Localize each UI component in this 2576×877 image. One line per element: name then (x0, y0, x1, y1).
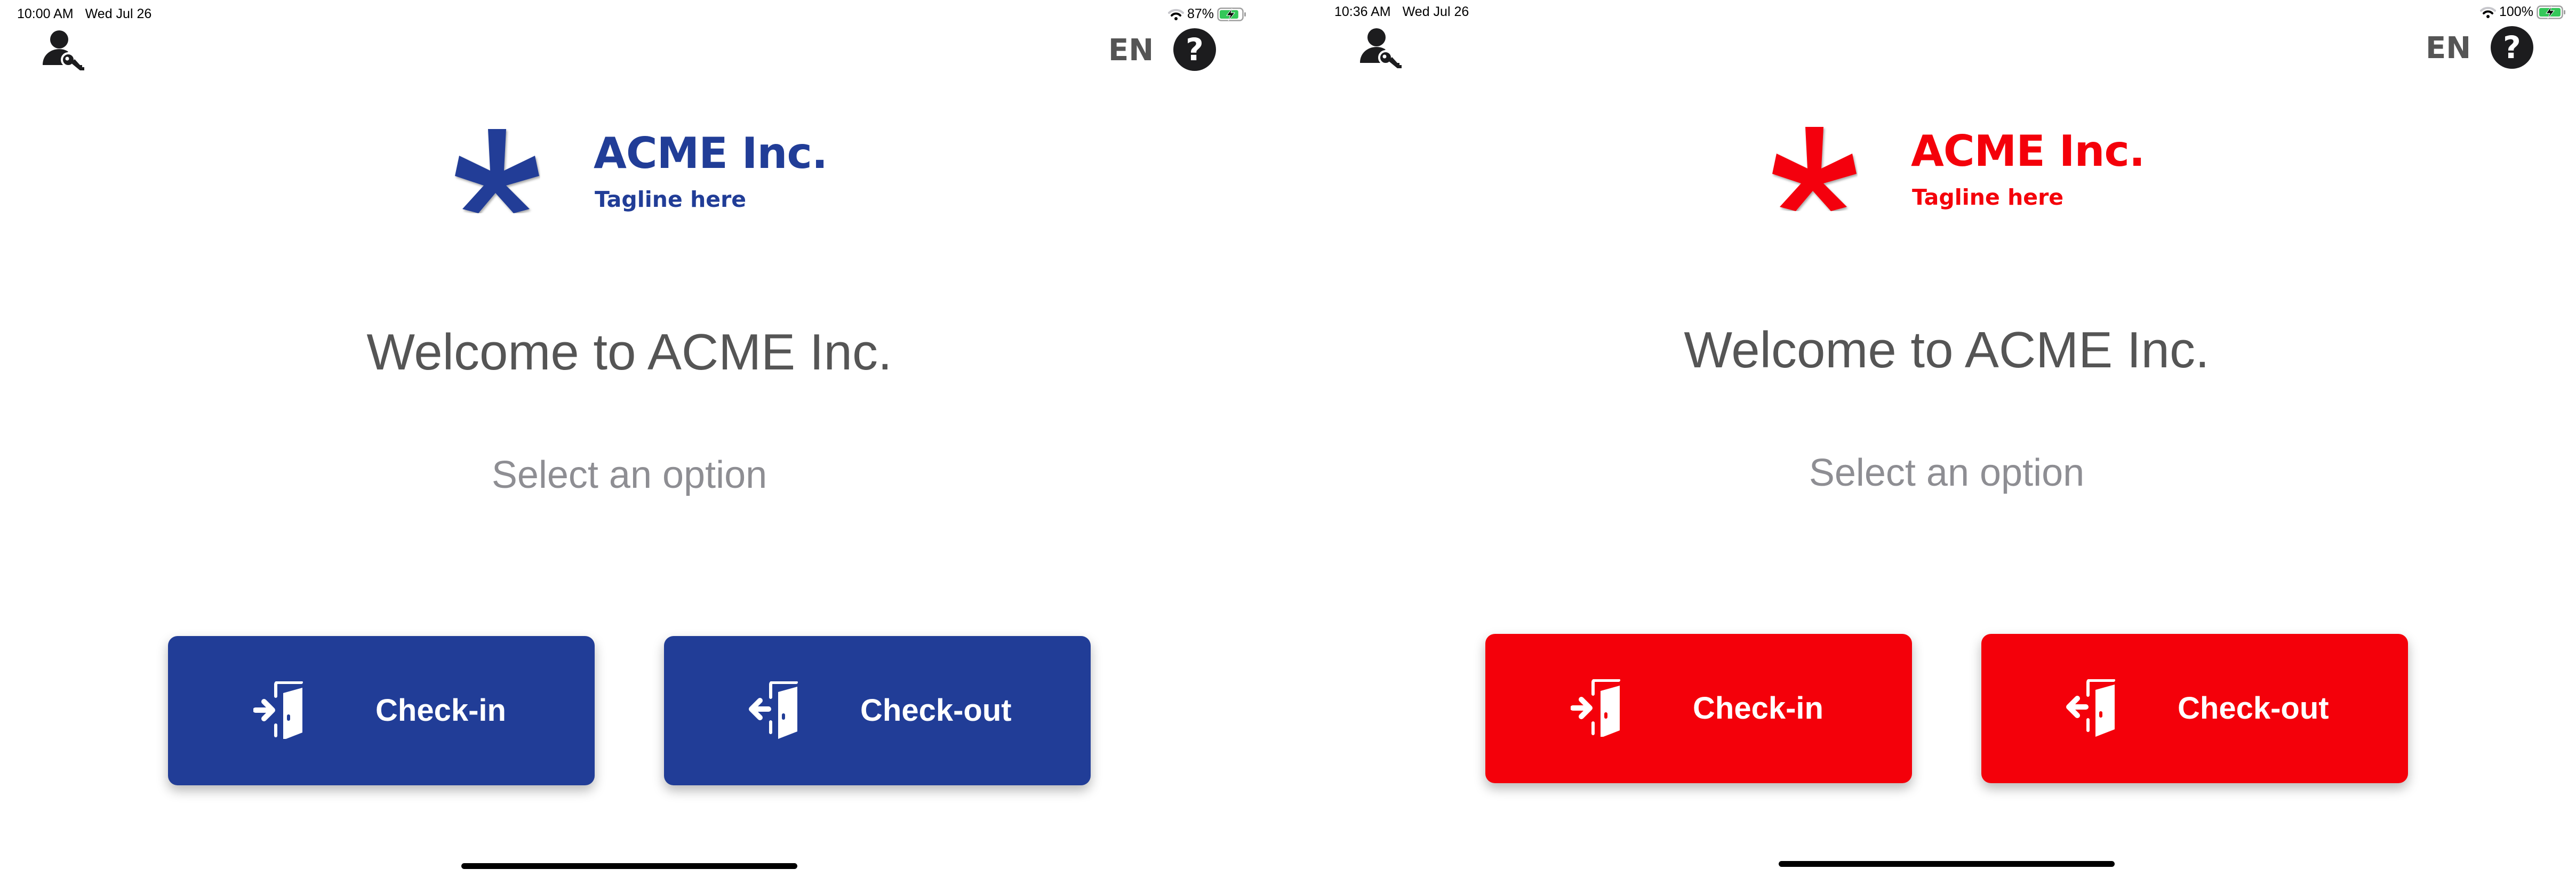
check-out-label: Check-out (860, 693, 1012, 728)
battery-charging-icon (1217, 7, 1246, 21)
status-bar-time-date: 10:00 AM Wed Jul 26 (17, 6, 163, 22)
battery-percent: 100% (2499, 4, 2533, 19)
status-time: 10:00 AM (17, 6, 74, 21)
door-exit-icon (2066, 679, 2115, 737)
question-circle-icon: ? (1186, 31, 1204, 68)
welcome-heading: Welcome to ACME Inc. (366, 324, 892, 381)
asterisk-icon (455, 129, 539, 213)
status-bar-right: 100% (2480, 4, 2566, 20)
question-circle-icon: ? (2503, 29, 2521, 66)
check-in-button[interactable]: Check-in (168, 636, 595, 785)
status-time: 10:36 AM (1334, 4, 1391, 19)
door-enter-icon (1571, 679, 1620, 737)
help-button[interactable]: ? (1173, 28, 1216, 71)
check-out-button[interactable]: Check-out (664, 636, 1091, 785)
door-exit-icon (749, 681, 798, 739)
select-option-subtitle: Select an option (1809, 452, 2085, 494)
user-key-icon[interactable] (42, 28, 85, 71)
help-button[interactable]: ? (2491, 26, 2533, 69)
home-indicator[interactable] (461, 863, 797, 869)
wifi-icon (2480, 6, 2496, 18)
company-tagline: Tagline here (595, 187, 747, 212)
screen-red-theme: 10:36 AM Wed Jul 26 100% EN ? ACME Inc. T… (1317, 0, 2576, 875)
door-enter-icon (253, 681, 303, 739)
user-key-icon[interactable] (1359, 26, 1403, 69)
asterisk-icon (1772, 127, 1857, 211)
status-bar-time-date: 10:36 AM Wed Jul 26 (1334, 4, 1481, 20)
company-name: ACME Inc. (594, 128, 828, 178)
check-out-button[interactable]: Check-out (1981, 634, 2408, 783)
check-in-label: Check-in (1693, 691, 1823, 726)
select-option-subtitle: Select an option (491, 454, 767, 496)
welcome-heading: Welcome to ACME Inc. (1684, 321, 2210, 379)
home-indicator[interactable] (1779, 861, 2115, 867)
check-in-label: Check-in (375, 693, 506, 728)
status-bar-right: 87% (1168, 6, 1247, 22)
wifi-icon (1168, 9, 1184, 20)
language-selector[interactable]: EN (2426, 31, 2471, 66)
status-date: Wed Jul 26 (85, 6, 152, 21)
battery-charging-icon (2537, 5, 2565, 19)
status-date: Wed Jul 26 (1402, 4, 1469, 19)
check-out-label: Check-out (2178, 691, 2329, 726)
check-in-button[interactable]: Check-in (1485, 634, 1912, 783)
battery-percent: 87% (1187, 6, 1214, 21)
screen-blue-theme: 10:00 AM Wed Jul 26 87% EN ? ACME Inc. Ta… (0, 0, 1288, 877)
company-name: ACME Inc. (1911, 126, 2145, 176)
language-selector[interactable]: EN (1108, 33, 1154, 68)
company-tagline: Tagline here (1912, 184, 2064, 210)
